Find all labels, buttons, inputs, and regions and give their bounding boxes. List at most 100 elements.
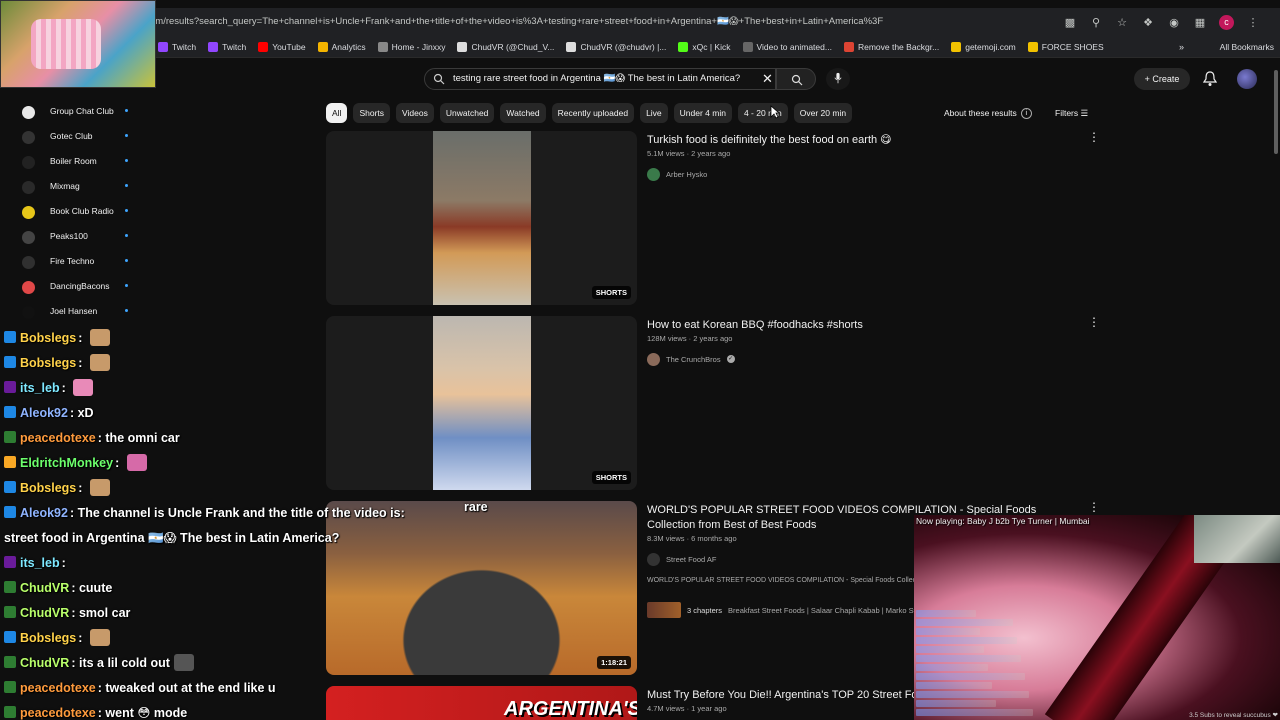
filter-chip[interactable]: All — [326, 103, 348, 123]
chat-badge-icon — [4, 406, 16, 418]
filter-chip[interactable]: Videos — [396, 103, 434, 123]
bookmark-item[interactable]: ChudVR (@Chud_V... — [457, 42, 554, 52]
chat-badge-icon — [4, 681, 16, 693]
filter-chip[interactable]: 4 - 20 min — [737, 103, 788, 123]
chat-badge-icon — [4, 506, 16, 518]
bookmark-label: ChudVR (@Chud_V... — [471, 42, 555, 52]
subscription-item[interactable]: DancingBacons — [0, 275, 140, 300]
search-button[interactable] — [776, 68, 816, 90]
chat-separator: : — [61, 381, 66, 395]
clear-icon[interactable]: ✕ — [762, 72, 773, 86]
bookmark-item[interactable]: xQc | Kick — [678, 42, 731, 52]
channel-avatar — [647, 352, 660, 366]
bookmark-item[interactable]: Home - Jinxxy — [377, 42, 445, 52]
zoom-icon[interactable]: ⚲ — [1089, 16, 1103, 29]
chat-message: its_leb: — [0, 376, 560, 401]
bookmark-item[interactable]: Remove the Backgr... — [843, 42, 939, 52]
bookmark-item[interactable]: getemoji.com — [951, 42, 1016, 52]
more-options-icon[interactable]: ⋮ — [1088, 501, 1100, 513]
filter-chip[interactable]: Recently uploaded — [551, 103, 635, 123]
profile-avatar[interactable]: c — [1219, 14, 1234, 30]
chat-badge-icon — [4, 556, 16, 568]
chat-username: peacedotexe — [20, 431, 96, 445]
url-field[interactable]: om/results?search_query=The+channel+is+U… — [150, 11, 1060, 33]
create-button[interactable]: + Create — [1134, 68, 1190, 90]
extension-icon[interactable]: ❖ — [1141, 16, 1155, 29]
bookmark-item[interactable]: ChudVR (@chudvr) |... — [566, 42, 666, 52]
subscription-item[interactable]: Mixmag — [0, 175, 140, 200]
subscription-item[interactable]: Book Club Radio — [0, 200, 140, 225]
subscription-name: Gotec Club — [50, 131, 93, 141]
chat-text: The channel is Uncle Frank and the title… — [77, 506, 405, 520]
channel-avatar — [22, 231, 35, 244]
subscription-item[interactable]: Boiler Room — [0, 150, 140, 175]
mini-chat-line — [916, 637, 1017, 644]
video-title[interactable]: Must Try Before You Die!! Argentina's TO… — [647, 688, 917, 703]
filter-chip[interactable]: Live — [640, 103, 668, 123]
chapters-row[interactable]: 3 chapters Breakfast Street Foods | Sala… — [647, 602, 916, 618]
filter-chip[interactable]: Shorts — [353, 103, 391, 123]
create-label: Create — [1152, 74, 1180, 84]
channel-avatar — [647, 552, 660, 566]
chat-message: EldritchMonkey: — [0, 451, 560, 476]
chat-text: cuute — [78, 581, 113, 595]
chat-separator: : — [71, 581, 76, 595]
menu-icon[interactable]: ⋮ — [1246, 16, 1260, 29]
subscription-item[interactable]: Gotec Club — [0, 125, 140, 150]
notifications-bell-icon[interactable] — [1203, 71, 1217, 87]
chat-message: ChudVR: its a lil cold out — [0, 651, 560, 676]
more-options-icon[interactable]: ⋮ — [1088, 316, 1100, 328]
filter-chip[interactable]: Over 20 min — [793, 103, 853, 123]
bookmark-favicon-icon — [566, 42, 577, 52]
bookmark-item[interactable]: Twitch — [158, 42, 196, 52]
channel-row[interactable]: The CrunchBros ✓ — [647, 352, 735, 366]
extension-icon[interactable]: ◉ — [1167, 16, 1181, 29]
more-options-icon[interactable]: ⋮ — [1088, 131, 1100, 143]
chat-username: EldritchMonkey — [20, 456, 114, 470]
install-icon[interactable]: ▩ — [1063, 16, 1077, 29]
filter-chip[interactable]: Under 4 min — [673, 103, 732, 123]
filters-button[interactable]: Filters ☰ — [1055, 103, 1088, 123]
bookmarks-more-chevron[interactable]: » — [1179, 36, 1184, 58]
bookmark-item[interactable]: YouTube — [258, 42, 306, 52]
chat-fragment: rare — [464, 500, 488, 514]
chapter-thumbnail — [647, 602, 681, 618]
channel-row[interactable]: Street Food AF — [647, 552, 716, 566]
voice-search-button[interactable] — [826, 68, 850, 90]
subscription-item[interactable]: Peaks100 — [0, 225, 140, 250]
scrollbar[interactable] — [1274, 70, 1278, 154]
video-title[interactable]: Turkish food is deifinitely the best foo… — [647, 133, 1087, 148]
bookmark-item[interactable]: Analytics — [317, 42, 366, 52]
mini-chat-line — [916, 682, 992, 689]
bookmark-item[interactable]: Video to animated... — [742, 42, 832, 52]
subscription-name: DancingBacons — [50, 281, 110, 291]
subscription-item[interactable]: Joel Hansen — [0, 300, 140, 325]
filter-chip[interactable]: Watched — [500, 103, 546, 123]
filter-chip[interactable]: Unwatched — [439, 103, 495, 123]
mini-chat-line — [916, 628, 980, 635]
info-icon: i — [1020, 108, 1032, 120]
about-results[interactable]: About these results i — [944, 103, 1032, 123]
chat-separator: : — [78, 481, 83, 495]
now-playing-overlay: Now playing: Baby J b2b Tye Turner | Mum… — [914, 515, 1280, 720]
video-title[interactable]: How to eat Korean BBQ #foodhacks #shorts — [647, 318, 1087, 333]
channel-row[interactable]: Arber Hysko — [647, 167, 707, 181]
chat-separator: : — [97, 706, 102, 720]
chat-badge-icon — [4, 606, 16, 618]
channel-avatar — [22, 256, 35, 269]
chat-username: Aleok92 — [20, 506, 68, 520]
bookmark-item[interactable]: Twitch — [208, 42, 246, 52]
mini-chat-line — [916, 610, 976, 617]
subscription-item[interactable]: Group Chat Club — [0, 100, 140, 125]
video-thumbnail[interactable]: SHORTS — [326, 131, 637, 305]
mini-chat-line — [916, 709, 1033, 716]
puzzle-icon[interactable]: ▦ — [1193, 16, 1207, 29]
star-icon[interactable]: ☆ — [1115, 16, 1129, 29]
bookmark-item[interactable]: FORCE SHOES — [1027, 42, 1104, 52]
chat-separator: : — [69, 506, 75, 520]
account-avatar[interactable] — [1237, 69, 1257, 89]
all-bookmarks[interactable]: All Bookmarks — [1220, 36, 1274, 58]
subscription-item[interactable]: Fire Techno — [0, 250, 140, 275]
chat-badge-icon — [4, 581, 16, 593]
search-input[interactable]: testing rare street food in Argentina 🇦🇷… — [424, 68, 776, 90]
